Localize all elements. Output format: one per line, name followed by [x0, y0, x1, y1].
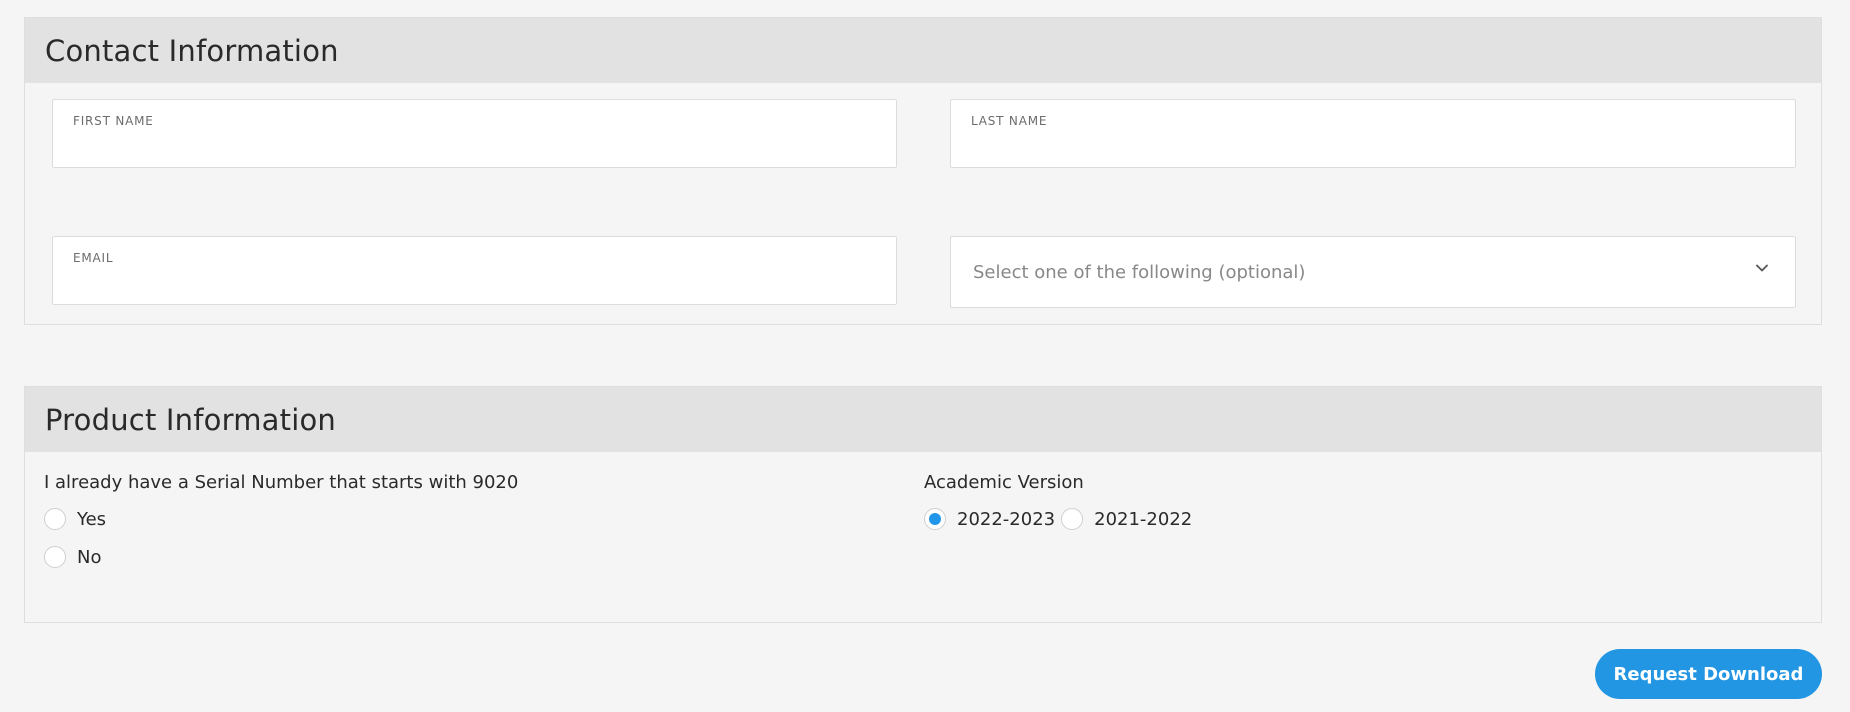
contact-information-section: Contact Information FIRST NAME LAST NAME… — [24, 17, 1822, 325]
role-select[interactable]: Select one of the following (optional) — [950, 236, 1796, 308]
product-information-title: Product Information — [45, 402, 336, 437]
serial-no-label: No — [77, 546, 102, 568]
serial-yes-radio[interactable] — [44, 508, 66, 530]
first-name-input[interactable] — [73, 135, 876, 161]
chevron-down-icon — [1756, 264, 1768, 272]
last-name-input[interactable] — [971, 135, 1775, 161]
serial-no-radio[interactable] — [44, 546, 66, 568]
serial-number-question: I already have a Serial Number that star… — [44, 472, 519, 493]
role-select-value: Select one of the following (optional) — [973, 262, 1306, 283]
academic-2021-2022-radio[interactable] — [1061, 508, 1084, 530]
serial-no-option[interactable]: No — [44, 546, 101, 568]
academic-version-options: 2022-2023 2021-2022 — [924, 508, 1192, 530]
academic-2021-2022-option[interactable]: 2021-2022 — [1061, 508, 1192, 530]
academic-2021-2022-label: 2021-2022 — [1094, 508, 1193, 530]
contact-information-header: Contact Information — [25, 18, 1821, 83]
product-information-header: Product Information — [25, 387, 1821, 452]
first-name-field[interactable]: FIRST NAME — [52, 99, 897, 168]
serial-yes-label: Yes — [77, 508, 107, 530]
email-input[interactable] — [73, 272, 876, 298]
academic-2022-2023-radio[interactable] — [924, 508, 946, 530]
academic-version-label: Academic Version — [924, 472, 1084, 493]
first-name-label: FIRST NAME — [73, 114, 154, 128]
request-download-button[interactable]: Request Download — [1595, 649, 1822, 699]
academic-2022-2023-option[interactable]: 2022-2023 — [924, 508, 1055, 530]
email-field[interactable]: EMAIL — [52, 236, 897, 305]
last-name-field[interactable]: LAST NAME — [950, 99, 1796, 168]
product-information-section: Product Information I already have a Ser… — [24, 386, 1822, 623]
serial-yes-option[interactable]: Yes — [44, 508, 106, 530]
contact-information-title: Contact Information — [45, 33, 339, 68]
email-label: EMAIL — [73, 251, 114, 265]
academic-2022-2023-label: 2022-2023 — [957, 508, 1056, 530]
last-name-label: LAST NAME — [971, 114, 1048, 128]
